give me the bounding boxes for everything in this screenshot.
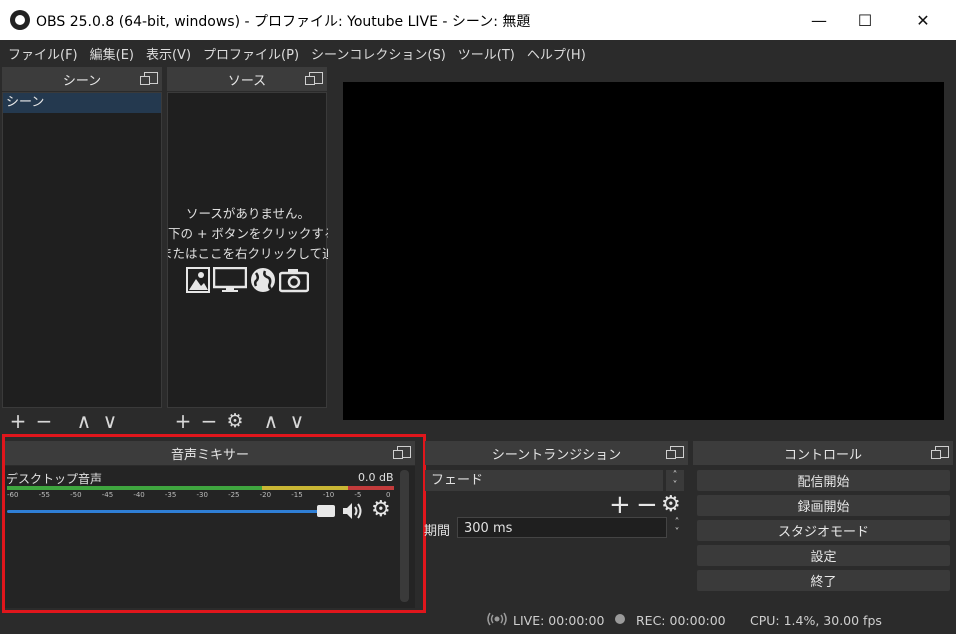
meter-scale-tick: -20 — [259, 491, 272, 499]
move-source-down-button[interactable]: ∨ — [286, 410, 308, 432]
float-dock-icon[interactable] — [393, 446, 411, 459]
audio-mixer-title: 音声ミキサー — [170, 447, 249, 463]
menu-file[interactable]: ファイル(F) — [2, 44, 84, 63]
settings-button[interactable]: 設定 — [697, 545, 950, 566]
transition-properties-gear-icon[interactable]: ⚙ — [661, 492, 681, 517]
controls-dock-header: コントロール — [693, 441, 953, 465]
sources-empty-message-line1: ソースがありません。 — [185, 206, 310, 221]
mixer-settings-gear-icon[interactable]: ⚙ — [371, 497, 391, 522]
minimize-button[interactable]: — — [796, 0, 842, 40]
sources-toolbar: + − ⚙ ∧ ∨ — [167, 408, 327, 434]
meter-scale-tick: -5 — [354, 491, 362, 499]
obs-logo-icon — [10, 10, 30, 30]
meter-scale-tick: -10 — [322, 491, 335, 499]
remove-transition-button[interactable]: − — [636, 490, 658, 520]
maximize-button[interactable]: ☐ — [842, 0, 888, 40]
audio-mixer-header: 音声ミキサー — [5, 441, 415, 465]
meter-scale-tick: -40 — [133, 491, 145, 499]
sources-dock-title: ソース — [227, 73, 267, 89]
scene-list[interactable]: シーン — [2, 92, 162, 408]
remove-source-button[interactable]: − — [198, 410, 220, 432]
scenes-dock-header: シーン — [2, 67, 162, 91]
menu-scene-collection[interactable]: シーンコレクション(S) — [305, 44, 452, 63]
mixer-track-name: デスクトップ音声 — [6, 472, 103, 486]
rec-status: REC: 00:00:00 — [636, 613, 726, 628]
transition-duration-label: 期間 — [424, 524, 451, 539]
studio-mode-button[interactable]: スタジオモード — [697, 520, 950, 541]
image-icon — [186, 267, 210, 293]
title-bar: OBS 25.0.8 (64-bit, windows) - プロファイル: Y… — [0, 0, 956, 40]
mixer-scrollbar[interactable] — [400, 470, 409, 602]
sources-empty-message-line3: またはここを右クリックして追加してください — [168, 246, 328, 261]
sources-dock-header: ソース — [167, 67, 327, 91]
menu-tools[interactable]: ツール(T) — [452, 44, 521, 63]
meter-scale-tick: -55 — [38, 491, 51, 499]
move-scene-down-button[interactable]: ∨ — [99, 410, 121, 432]
meter-scale-tick: -35 — [164, 491, 177, 499]
volume-slider-handle[interactable] — [317, 505, 335, 517]
meter-scale-tick: -25 — [228, 491, 240, 499]
source-properties-gear-icon[interactable]: ⚙ — [224, 410, 246, 432]
float-dock-icon[interactable] — [931, 446, 949, 459]
sources-empty-message-line2: 下の + ボタンをクリックするか、 — [168, 226, 328, 241]
meter-scale-tick: -15 — [291, 491, 303, 499]
add-source-button[interactable]: + — [172, 410, 194, 432]
mixer-track-level: 0.0 dB — [358, 471, 394, 484]
source-type-icons — [186, 267, 309, 293]
volume-slider-track[interactable] — [7, 510, 327, 513]
close-button[interactable]: ✕ — [900, 0, 946, 40]
scene-transitions-header: シーントランジション — [425, 441, 688, 465]
source-list[interactable]: ソースがありません。 下の + ボタンをクリックするか、 またはここを右クリック… — [167, 92, 328, 408]
scenes-dock-title: シーン — [62, 73, 102, 89]
scene-list-item[interactable]: シーン — [3, 93, 161, 113]
meter-scale: -60 -55 -50 -45 -40 -35 -30 -25 -20 -15 -10 -5 0 — [7, 491, 394, 501]
live-broadcast-icon — [487, 612, 507, 626]
preview-canvas[interactable] — [343, 82, 944, 420]
transition-select-spinner[interactable]: ˄ ˅ — [666, 470, 684, 491]
add-scene-button[interactable]: + — [7, 410, 29, 432]
scenes-toolbar: + − ∧ ∨ — [2, 408, 162, 434]
meter-scale-tick: -45 — [101, 491, 114, 499]
camera-icon — [279, 269, 309, 293]
live-status: LIVE: 00:00:00 — [513, 613, 605, 628]
start-recording-button[interactable]: 録画開始 — [697, 495, 950, 516]
window-title: OBS 25.0.8 (64-bit, windows) - プロファイル: Y… — [36, 14, 531, 30]
meter-scale-tick: -30 — [196, 491, 208, 499]
monitor-icon — [213, 267, 247, 292]
float-dock-icon[interactable] — [305, 72, 323, 85]
start-streaming-button[interactable]: 配信開始 — [697, 470, 950, 491]
cpu-fps-status: CPU: 1.4%, 30.00 fps — [750, 613, 882, 628]
menu-help[interactable]: ヘルプ(H) — [521, 44, 592, 63]
menu-edit[interactable]: 編集(E) — [84, 44, 140, 63]
menu-profile[interactable]: プロファイル(P) — [197, 44, 305, 63]
float-dock-icon[interactable] — [140, 72, 158, 85]
globe-icon — [251, 268, 275, 292]
transition-select[interactable]: フェード — [425, 470, 663, 491]
controls-dock-title: コントロール — [783, 447, 862, 463]
duration-spinner[interactable]: ˄ ˅ — [668, 517, 686, 538]
speaker-mute-icon[interactable] — [342, 502, 364, 520]
menu-view[interactable]: 表示(V) — [140, 44, 197, 63]
rec-indicator-icon — [615, 614, 625, 624]
meter-scale-tick: -50 — [70, 491, 82, 499]
add-transition-button[interactable]: + — [609, 490, 631, 520]
meter-scale-tick: -60 — [7, 491, 19, 499]
float-dock-icon[interactable] — [666, 446, 684, 459]
scene-transitions-title: シーントランジション — [491, 447, 622, 463]
menu-bar: ファイル(F) 編集(E) 表示(V) プロファイル(P) シーンコレクション(… — [0, 40, 956, 66]
audio-level-meter — [7, 486, 394, 490]
move-scene-up-button[interactable]: ∧ — [73, 410, 95, 432]
audio-mixer-body: デスクトップ音声 0.0 dB -60 -55 -50 -45 -40 -35 -30 -25… — [5, 466, 415, 608]
exit-button[interactable]: 終了 — [697, 570, 950, 591]
transition-duration-input[interactable]: 300 ms — [457, 517, 667, 538]
move-source-up-button[interactable]: ∧ — [260, 410, 282, 432]
remove-scene-button[interactable]: − — [33, 410, 55, 432]
